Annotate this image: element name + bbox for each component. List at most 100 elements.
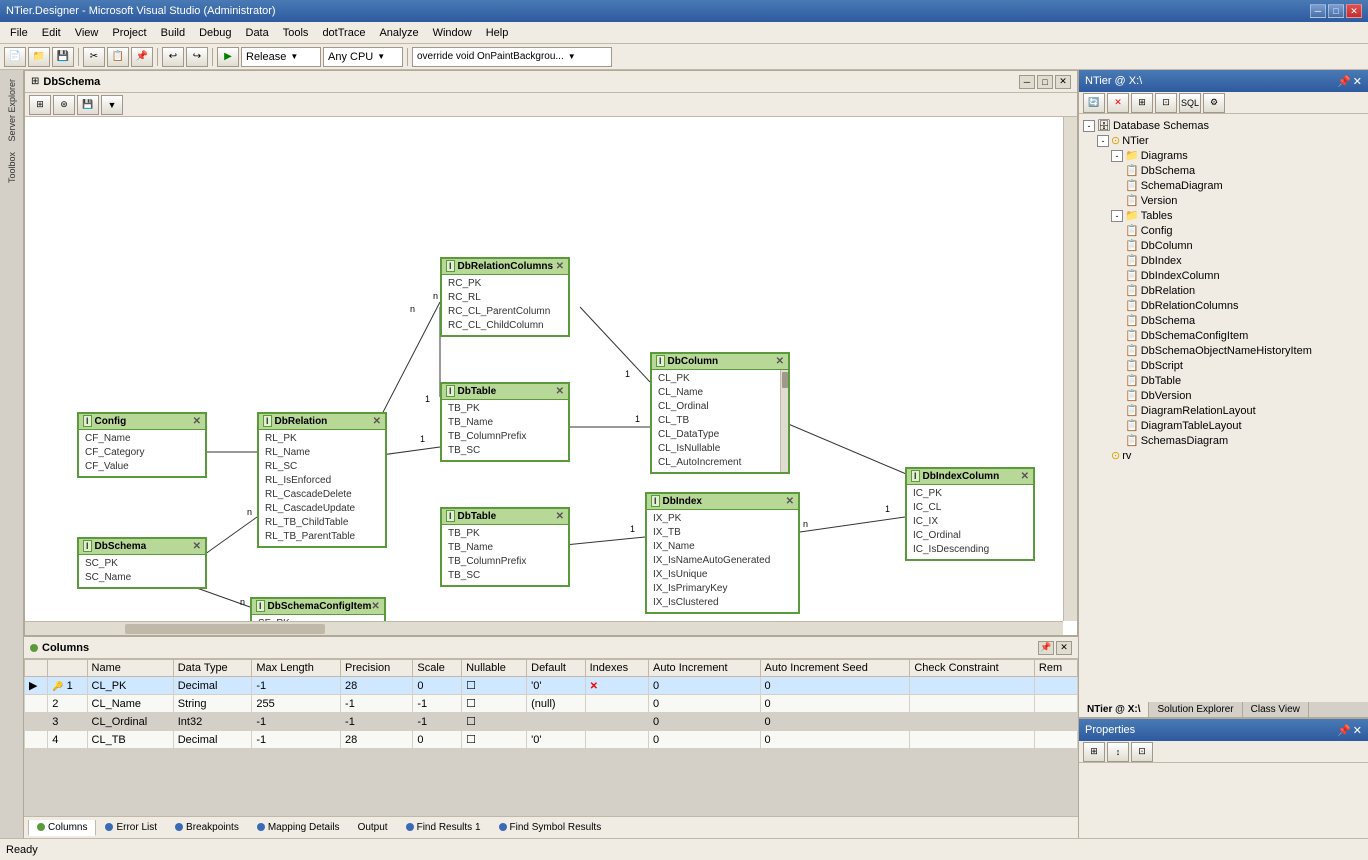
menu-analyze[interactable]: Analyze xyxy=(373,25,424,41)
tree-node-schemadiag[interactable]: 📋 SchemaDiagram xyxy=(1083,178,1364,193)
table-close-dbindex[interactable]: ✕ xyxy=(786,496,794,507)
expand-tables[interactable]: - xyxy=(1111,210,1123,222)
rp-btn-red[interactable]: ✕ xyxy=(1107,93,1129,113)
btab-columns[interactable]: Columns xyxy=(28,820,96,836)
table-close-dbcolumn[interactable]: ✕ xyxy=(776,356,784,367)
table-close-dbschemaconfigitem[interactable]: ✕ xyxy=(371,601,379,612)
tree-node-tables[interactable]: - 📁 Tables xyxy=(1083,208,1364,223)
table-card-dbcolumn[interactable]: IDbColumn ✕ CL_PK CL_Name CL_Ordinal CL_… xyxy=(650,352,790,474)
tree-node-dbtable[interactable]: 📋 DbTable xyxy=(1083,373,1364,388)
tree-node-dbschemas[interactable]: - 🗄 Database Schemas xyxy=(1083,118,1364,133)
table-row[interactable]: 3 CL_Ordinal Int32 -1 -1 -1 ☐ 0 0 xyxy=(25,713,1078,731)
menu-edit[interactable]: Edit xyxy=(36,25,67,41)
diagram-dropdown-btn[interactable]: ▼ xyxy=(101,95,123,115)
rp-btn4[interactable]: SQL xyxy=(1179,93,1201,113)
tree-node-dbschemaconfigitem[interactable]: 📋 DbSchemaConfigItem xyxy=(1083,328,1364,343)
menu-data[interactable]: Data xyxy=(240,25,275,41)
right-tree[interactable]: - 🗄 Database Schemas - ⊙ NTier - 📁 Diagr… xyxy=(1079,114,1368,702)
table-card-dbtable2[interactable]: IDbTable ✕ TB_PK TB_Name TB_ColumnPrefix… xyxy=(440,507,570,587)
maximize-button[interactable]: □ xyxy=(1328,4,1344,18)
menu-debug[interactable]: Debug xyxy=(193,25,237,41)
props-btn3[interactable]: ⊡ xyxy=(1131,742,1153,762)
expand-diagrams[interactable]: - xyxy=(1111,150,1123,162)
h-scrollbar-thumb[interactable] xyxy=(125,624,325,634)
col-header-check[interactable]: Check Constraint xyxy=(910,660,1035,677)
rp-btn3[interactable]: ⊡ xyxy=(1155,93,1177,113)
table-close-dbrelation[interactable]: ✕ xyxy=(373,416,381,427)
toolbar-new[interactable]: 📄 xyxy=(4,47,26,67)
props-pin[interactable]: 📌 xyxy=(1337,724,1351,737)
col-header-autoincseed[interactable]: Auto Increment Seed xyxy=(760,660,910,677)
table-card-dbindexcolumn[interactable]: IDbIndexColumn ✕ IC_PK IC_CL IC_IX IC_Or… xyxy=(905,467,1035,561)
table-card-dbschema[interactable]: IDbSchema ✕ SC_PK SC_Name xyxy=(77,537,207,589)
diagram-restore[interactable]: □ xyxy=(1037,75,1053,89)
tree-node-diagrelaylayout[interactable]: 📋 DiagramRelationLayout xyxy=(1083,403,1364,418)
table-close-dbrelationcolumns[interactable]: ✕ xyxy=(556,261,564,272)
col-header-name[interactable]: Name xyxy=(87,660,173,677)
col-header-scale[interactable]: Scale xyxy=(413,660,462,677)
tree-node-dbcolumn[interactable]: 📋 DbColumn xyxy=(1083,238,1364,253)
expand-dbschemas[interactable]: - xyxy=(1083,120,1095,132)
col-header-autoinc[interactable]: Auto Increment xyxy=(649,660,761,677)
tree-node-dbrelation[interactable]: 📋 DbRelation xyxy=(1083,283,1364,298)
tree-node-dbindex[interactable]: 📋 DbIndex xyxy=(1083,253,1364,268)
close-button[interactable]: ✕ xyxy=(1346,4,1362,18)
menu-build[interactable]: Build xyxy=(155,25,191,41)
diagram-grid-btn[interactable]: ⊞ xyxy=(29,95,51,115)
toolbar-paste[interactable]: 📌 xyxy=(131,47,153,67)
toolbar-cut[interactable]: ✂ xyxy=(83,47,105,67)
table-card-dbtable1[interactable]: IDbTable ✕ TB_PK TB_Name TB_ColumnPrefix… xyxy=(440,382,570,462)
table-card-dbrelationcolumns[interactable]: IDbRelationColumns ✕ RC_PK RC_RL RC_CL_P… xyxy=(440,257,570,337)
tree-node-dbschema-table[interactable]: 📋 DbSchema xyxy=(1083,313,1364,328)
diagram-controls[interactable]: ─ □ ✕ xyxy=(1019,75,1071,89)
btab-output[interactable]: Output xyxy=(349,820,397,836)
toolbar-save[interactable]: 💾 xyxy=(52,47,74,67)
col-header-type[interactable]: Data Type xyxy=(173,660,252,677)
props-btn1[interactable]: ⊞ xyxy=(1083,742,1105,762)
menu-project[interactable]: Project xyxy=(106,25,152,41)
columns-table[interactable]: Name Data Type Max Length Precision Scal… xyxy=(24,659,1078,816)
diagram-save-btn[interactable]: 💾 xyxy=(77,95,99,115)
toolbar-run[interactable]: ▶ xyxy=(217,47,239,67)
tree-node-dbscript[interactable]: 📋 DbScript xyxy=(1083,358,1364,373)
props-close[interactable]: ✕ xyxy=(1353,724,1362,737)
col-header-precision[interactable]: Precision xyxy=(341,660,413,677)
h-scrollbar[interactable] xyxy=(25,621,1063,635)
btab-error-list[interactable]: Error List xyxy=(96,820,166,836)
right-panel-controls[interactable]: 📌 ✕ xyxy=(1337,75,1362,88)
col-header-default[interactable]: Default xyxy=(527,660,586,677)
tree-node-dbrelationcols[interactable]: 📋 DbRelationColumns xyxy=(1083,298,1364,313)
toolbar-copy[interactable]: 📋 xyxy=(107,47,129,67)
toolbar-redo[interactable]: ↪ xyxy=(186,47,208,67)
rpanel-tab-classview[interactable]: Class View xyxy=(1243,702,1309,717)
minimize-button[interactable]: ─ xyxy=(1310,4,1326,18)
table-close-dbtable2[interactable]: ✕ xyxy=(556,511,564,522)
columns-close[interactable]: ✕ xyxy=(1056,641,1072,655)
toolbar-open[interactable]: 📁 xyxy=(28,47,50,67)
col-header-indexes[interactable]: Indexes xyxy=(585,660,648,677)
right-panel-pin[interactable]: 📌 xyxy=(1337,75,1351,88)
toolbar-undo[interactable]: ↩ xyxy=(162,47,184,67)
tree-node-ntier[interactable]: - ⊙ NTier xyxy=(1083,133,1364,148)
tree-node-dbversion[interactable]: 📋 DbVersion xyxy=(1083,388,1364,403)
diagram-vertical-scroll[interactable] xyxy=(1063,117,1077,621)
btab-findsymbol[interactable]: Find Symbol Results xyxy=(490,820,611,836)
rpanel-tab-solution[interactable]: Solution Explorer xyxy=(1149,702,1242,717)
tree-node-version[interactable]: 📋 Version xyxy=(1083,193,1364,208)
col-header-maxlen[interactable]: Max Length xyxy=(252,660,341,677)
col-header-nullable[interactable]: Nullable xyxy=(462,660,527,677)
tree-node-dbschema-diag[interactable]: 📋 DbSchema xyxy=(1083,163,1364,178)
table-close-config[interactable]: ✕ xyxy=(193,416,201,427)
table-card-dbrelation[interactable]: IDbRelation ✕ RL_PK RL_Name RL_SC RL_IsE… xyxy=(257,412,387,548)
diagram-layout-btn[interactable]: ⊛ xyxy=(53,95,75,115)
config-dropdown[interactable]: Release ▼ xyxy=(241,47,321,67)
tree-node-rv[interactable]: ⊙ rv xyxy=(1083,448,1364,463)
menu-file[interactable]: File xyxy=(4,25,34,41)
btab-breakpoints[interactable]: Breakpoints xyxy=(166,820,248,836)
menu-tools[interactable]: Tools xyxy=(277,25,315,41)
tree-node-dbindexcolumn[interactable]: 📋 DbIndexColumn xyxy=(1083,268,1364,283)
tree-node-diagtablelayout[interactable]: 📋 DiagramTableLayout xyxy=(1083,418,1364,433)
columns-controls[interactable]: 📌 ✕ xyxy=(1038,641,1072,655)
menu-view[interactable]: View xyxy=(69,25,105,41)
toolbox-tab[interactable]: Toolbox xyxy=(4,147,20,188)
